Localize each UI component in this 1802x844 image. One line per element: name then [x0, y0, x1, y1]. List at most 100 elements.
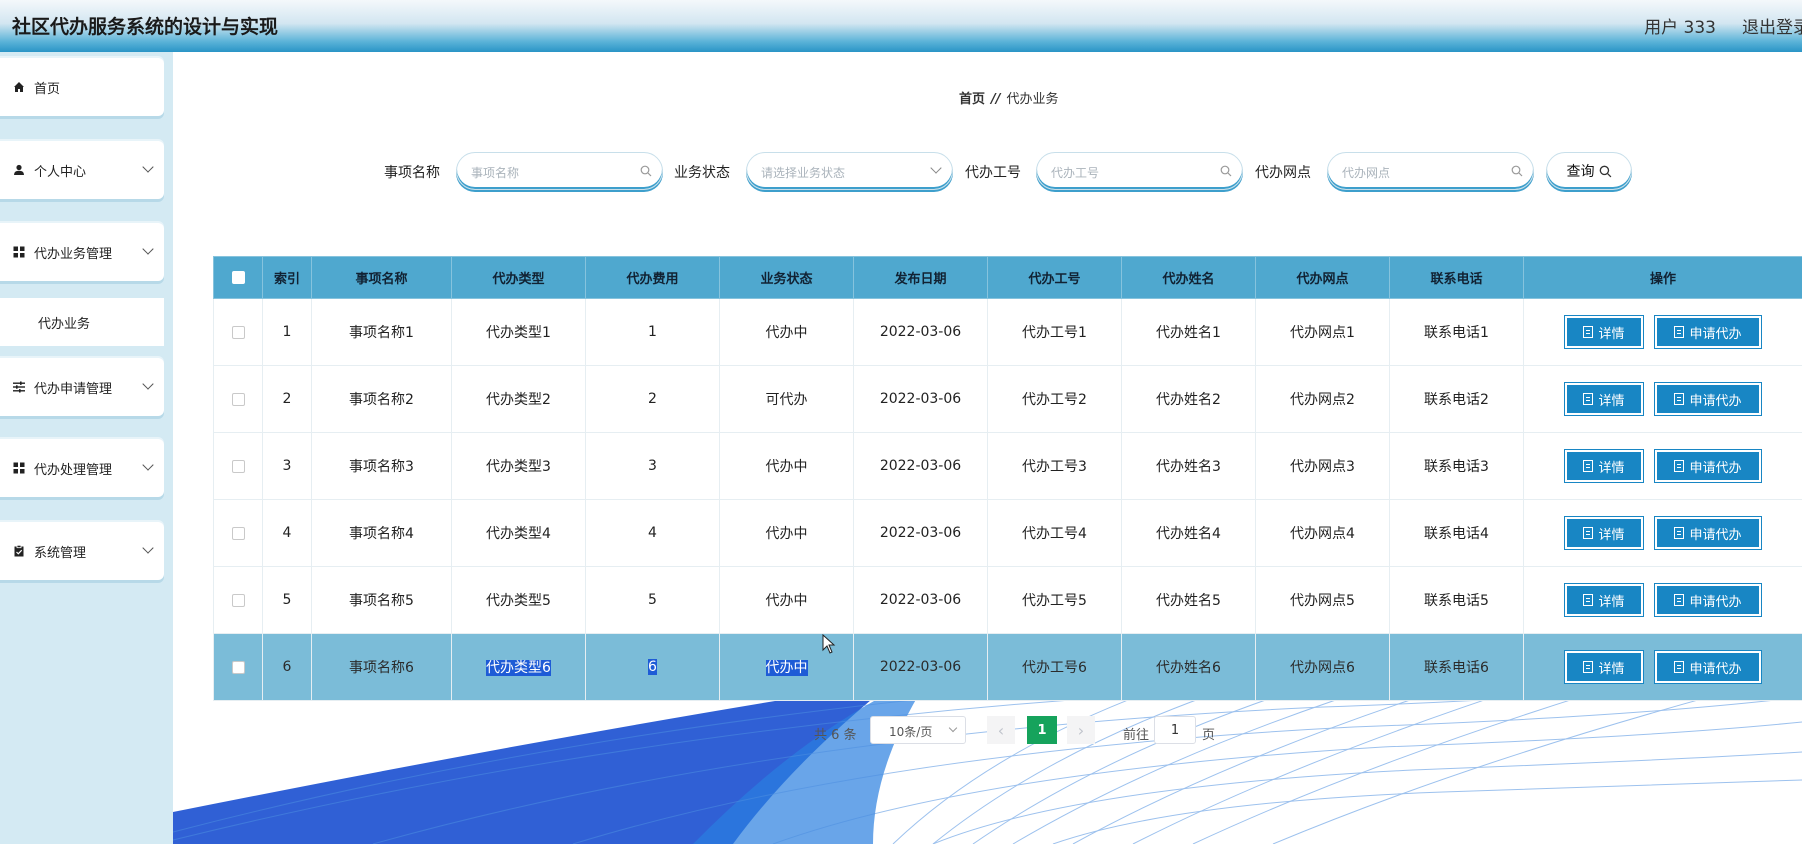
detail-button-label: 详情	[1598, 326, 1625, 342]
apply-agency-button[interactable]: 申请代办	[1654, 583, 1762, 617]
sidebar-item-label: 代办申请管理	[34, 381, 113, 397]
search-icon	[1511, 165, 1523, 177]
table-row[interactable]: 1 事项名称1 代办类型1 1 代办中 2022-03-06 代办工号1 代办姓名1 代办网点1…	[213, 298, 1802, 366]
cell-value: 事项名称3	[349, 459, 414, 475]
detail-button[interactable]: 详情	[1564, 315, 1644, 349]
table-cell: 5	[585, 566, 720, 634]
table-row[interactable]: 6 事项名称6 代办类型6 6 代办中 2022-03-06 代办工号6 代办姓名6 代办网点6…	[213, 633, 1802, 701]
table-cell: 代办工号3	[987, 432, 1122, 500]
cell-value: 4	[282, 525, 292, 541]
column-header: 业务状态	[719, 256, 854, 299]
cell-value: 代办类型5	[486, 593, 551, 609]
cell-value: 代办网点4	[1290, 526, 1355, 542]
sidebar-item-agency-processing-management[interactable]: 代办处理管理	[0, 439, 164, 497]
cell-value: 代办类型3	[486, 459, 551, 475]
detail-button[interactable]: 详情	[1564, 516, 1644, 550]
prev-page-button[interactable]: ‹	[987, 716, 1015, 744]
logout-link[interactable]: 退出登录	[1742, 13, 1802, 38]
table-cell: 3	[262, 432, 312, 500]
current-user[interactable]: 用户 333	[1644, 13, 1716, 38]
table-cell: 2022-03-06	[853, 298, 988, 366]
select-all-checkbox[interactable]	[231, 271, 245, 284]
document-icon	[1583, 460, 1594, 472]
worker-id-input[interactable]: 代办工号	[1036, 152, 1243, 190]
page-number-current[interactable]: 1	[1027, 716, 1057, 744]
detail-button[interactable]: 详情	[1564, 449, 1644, 483]
row-select-cell[interactable]	[213, 633, 263, 701]
apply-agency-button[interactable]: 申请代办	[1654, 449, 1762, 483]
table-row[interactable]: 3 事项名称3 代办类型3 3 代办中 2022-03-06 代办工号3 代办姓名3 代办网点3…	[213, 432, 1802, 500]
row-checkbox[interactable]	[231, 325, 245, 339]
cell-value: 6	[648, 659, 657, 675]
column-header: 发布日期	[853, 256, 988, 299]
breadcrumb-home[interactable]: 首页	[959, 92, 985, 107]
sidebar-item-label: 首页	[34, 81, 61, 97]
service-site-input[interactable]: 代办网点	[1327, 152, 1534, 190]
table-row[interactable]: 2 事项名称2 代办类型2 2 可代办 2022-03-06 代办工号2 代办姓名2 代办网点2…	[213, 365, 1802, 433]
sidebar-item-personal-center[interactable]: 个人中心	[0, 141, 164, 199]
cell-value: 2022-03-06	[879, 458, 962, 474]
row-checkbox[interactable]	[231, 526, 245, 540]
detail-button[interactable]: 详情	[1564, 650, 1644, 684]
query-button[interactable]: 查询	[1546, 152, 1632, 190]
apply-agency-button[interactable]: 申请代办	[1654, 382, 1762, 416]
table-cell: 代办网点5	[1255, 566, 1390, 634]
cell-value: 代办工号2	[1022, 392, 1087, 408]
select-all-cell[interactable]	[213, 256, 263, 299]
goto-page-input[interactable]: 1	[1154, 716, 1196, 744]
document-icon	[1583, 326, 1594, 338]
page-size-select[interactable]: 10条/页	[870, 716, 966, 744]
cell-value: 4	[648, 525, 657, 541]
detail-button[interactable]: 详情	[1564, 583, 1644, 617]
apply-agency-button[interactable]: 申请代办	[1654, 516, 1762, 550]
item-name-input[interactable]: 事项名称	[456, 152, 663, 190]
table-cell: 事项名称5	[311, 566, 452, 634]
table-cell: 代办姓名4	[1121, 499, 1256, 567]
sidebar-item-agency-application-management[interactable]: 代办申请管理	[0, 358, 164, 416]
cell-value: 代办类型6	[486, 660, 551, 676]
table-row[interactable]: 4 事项名称4 代办类型4 4 代办中 2022-03-06 代办工号4 代办姓名4 代办网点4…	[213, 499, 1802, 567]
row-select-cell[interactable]	[213, 499, 263, 567]
column-header: 代办网点	[1255, 256, 1390, 299]
detail-button-label: 详情	[1598, 393, 1625, 409]
sidebar-item-agency-business-management[interactable]: 代办业务管理	[0, 223, 164, 281]
cell-value: 2022-03-06	[879, 659, 962, 675]
business-status-select[interactable]: 请选择业务状态	[746, 152, 953, 190]
table-cell: 4	[262, 499, 312, 567]
apply-agency-button[interactable]: 申请代办	[1654, 650, 1762, 684]
row-checkbox[interactable]	[231, 459, 245, 473]
document-icon	[1583, 594, 1594, 606]
row-checkbox[interactable]	[231, 660, 245, 674]
table-cell: 联系电话5	[1389, 566, 1524, 634]
cell-value: 代办工号3	[1022, 459, 1087, 475]
apply-agency-button[interactable]: 申请代办	[1654, 315, 1762, 349]
table-cell: 6	[585, 633, 720, 701]
row-select-cell[interactable]	[213, 365, 263, 433]
cell-value: 代办网点2	[1290, 392, 1355, 408]
query-button-label: 查询	[1566, 164, 1595, 180]
column-header: 操作	[1523, 256, 1802, 299]
table-cell: 代办中	[719, 566, 854, 634]
search-icon	[1599, 165, 1611, 177]
sidebar-subitem-agency-business[interactable]: 代办业务	[0, 298, 164, 346]
table-cell: 代办中	[719, 298, 854, 366]
table-cell: 代办类型4	[451, 499, 586, 567]
table-cell: 2022-03-06	[853, 566, 988, 634]
sidebar-item-system-management[interactable]: 系统管理	[0, 522, 164, 580]
row-select-cell[interactable]	[213, 432, 263, 500]
cell-value: 代办姓名3	[1156, 459, 1221, 475]
cell-value: 代办网点1	[1290, 325, 1355, 341]
table-cell: 代办类型5	[451, 566, 586, 634]
table-row[interactable]: 5 事项名称5 代办类型5 5 代办中 2022-03-06 代办工号5 代办姓名5 代办网点5…	[213, 566, 1802, 634]
sidebar-item-label: 个人中心	[34, 164, 87, 180]
next-page-button[interactable]: ›	[1067, 716, 1095, 744]
row-select-cell[interactable]	[213, 566, 263, 634]
detail-button-label: 详情	[1598, 594, 1625, 610]
detail-button[interactable]: 详情	[1564, 382, 1644, 416]
sidebar-item-home[interactable]: 首页	[0, 58, 164, 116]
row-checkbox[interactable]	[231, 392, 245, 406]
row-select-cell[interactable]	[213, 298, 263, 366]
cell-value: 1	[282, 324, 292, 340]
table-cell: 代办姓名2	[1121, 365, 1256, 433]
row-checkbox[interactable]	[231, 593, 245, 607]
